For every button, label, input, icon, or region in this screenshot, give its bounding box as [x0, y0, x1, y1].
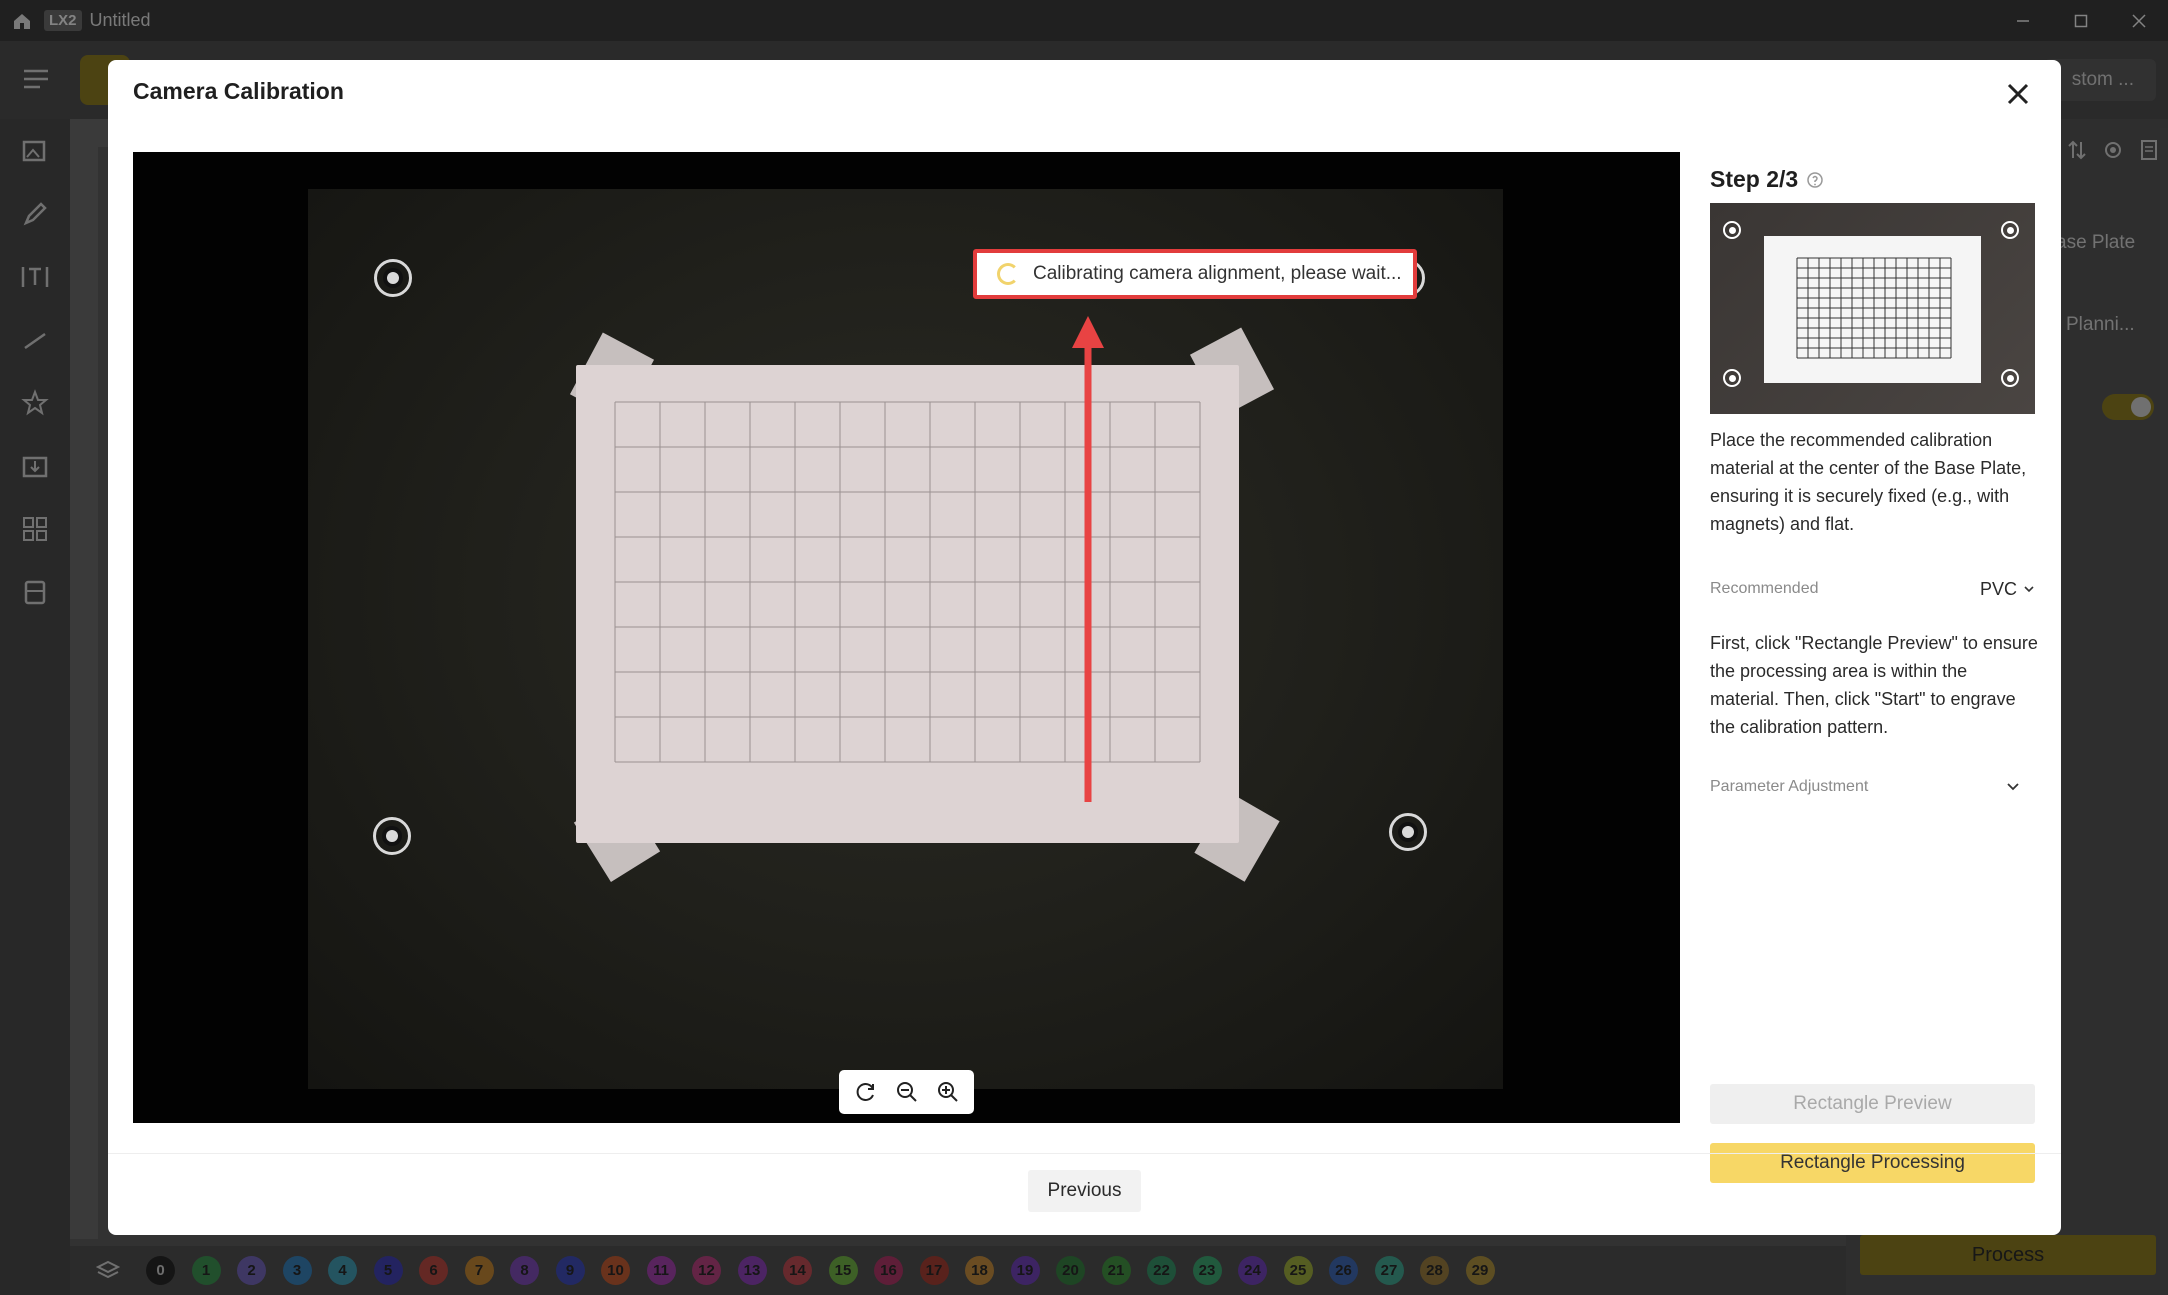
rectangle-preview-button[interactable]: Rectangle Preview: [1710, 1084, 2035, 1124]
recommended-label: Recommended: [1710, 580, 1819, 597]
dialog-title: Camera Calibration: [133, 78, 344, 104]
annotation-arrow: [1072, 316, 1104, 802]
target-marker-icon: [2001, 221, 2019, 239]
refresh-icon[interactable]: [848, 1074, 884, 1110]
camera-preview[interactable]: Calibrating camera alignment, please wai…: [133, 152, 1680, 1123]
example-grid: [1796, 257, 1952, 359]
zoom-in-icon[interactable]: [930, 1074, 966, 1110]
camera-calibration-dialog: Camera Calibration Calibrating camera al…: [108, 60, 2061, 1235]
step-title: Step 2/3: [1710, 166, 1799, 192]
dialog-footer: Previous: [108, 1153, 2061, 1235]
target-marker-icon: [1723, 221, 1741, 239]
target-marker-icon: [2001, 369, 2019, 387]
calibration-side-panel: Step 2/3 Place the recommended calibrati…: [1710, 152, 2040, 1183]
chevron-down-icon: [2024, 586, 2034, 593]
calibration-status-text: Calibrating camera alignment, please wai…: [1033, 263, 1402, 284]
calibration-example-image: [1710, 203, 2035, 414]
processing-instructions: First, click "Rectangle Preview" to ensu…: [1710, 633, 2038, 737]
recommended-material-row: Recommended PVC: [1710, 575, 2035, 603]
step-indicator: Step 2/3: [1710, 166, 1824, 193]
parameter-adjustment-toggle[interactable]: Parameter Adjustment: [1710, 772, 2035, 802]
placement-instructions: Place the recommended calibration materi…: [1710, 430, 2027, 534]
loading-spinner-icon: [997, 263, 1019, 285]
material-select[interactable]: PVC: [1980, 579, 2035, 600]
dialog-header: Camera Calibration: [108, 60, 2061, 150]
zoom-controls: [839, 1070, 974, 1114]
help-icon[interactable]: [1806, 171, 1824, 189]
previous-button[interactable]: Previous: [1028, 1170, 1141, 1212]
material-value: PVC: [1979, 578, 2017, 599]
target-marker-icon: [1723, 369, 1741, 387]
calibration-status: Calibrating camera alignment, please wai…: [973, 249, 1417, 299]
parameter-adjustment-label: Parameter Adjustment: [1710, 778, 1869, 795]
example-material: [1764, 236, 1981, 383]
close-icon[interactable]: [1996, 72, 2040, 116]
zoom-out-icon[interactable]: [889, 1074, 925, 1110]
chevron-down-icon: [2007, 783, 2019, 791]
